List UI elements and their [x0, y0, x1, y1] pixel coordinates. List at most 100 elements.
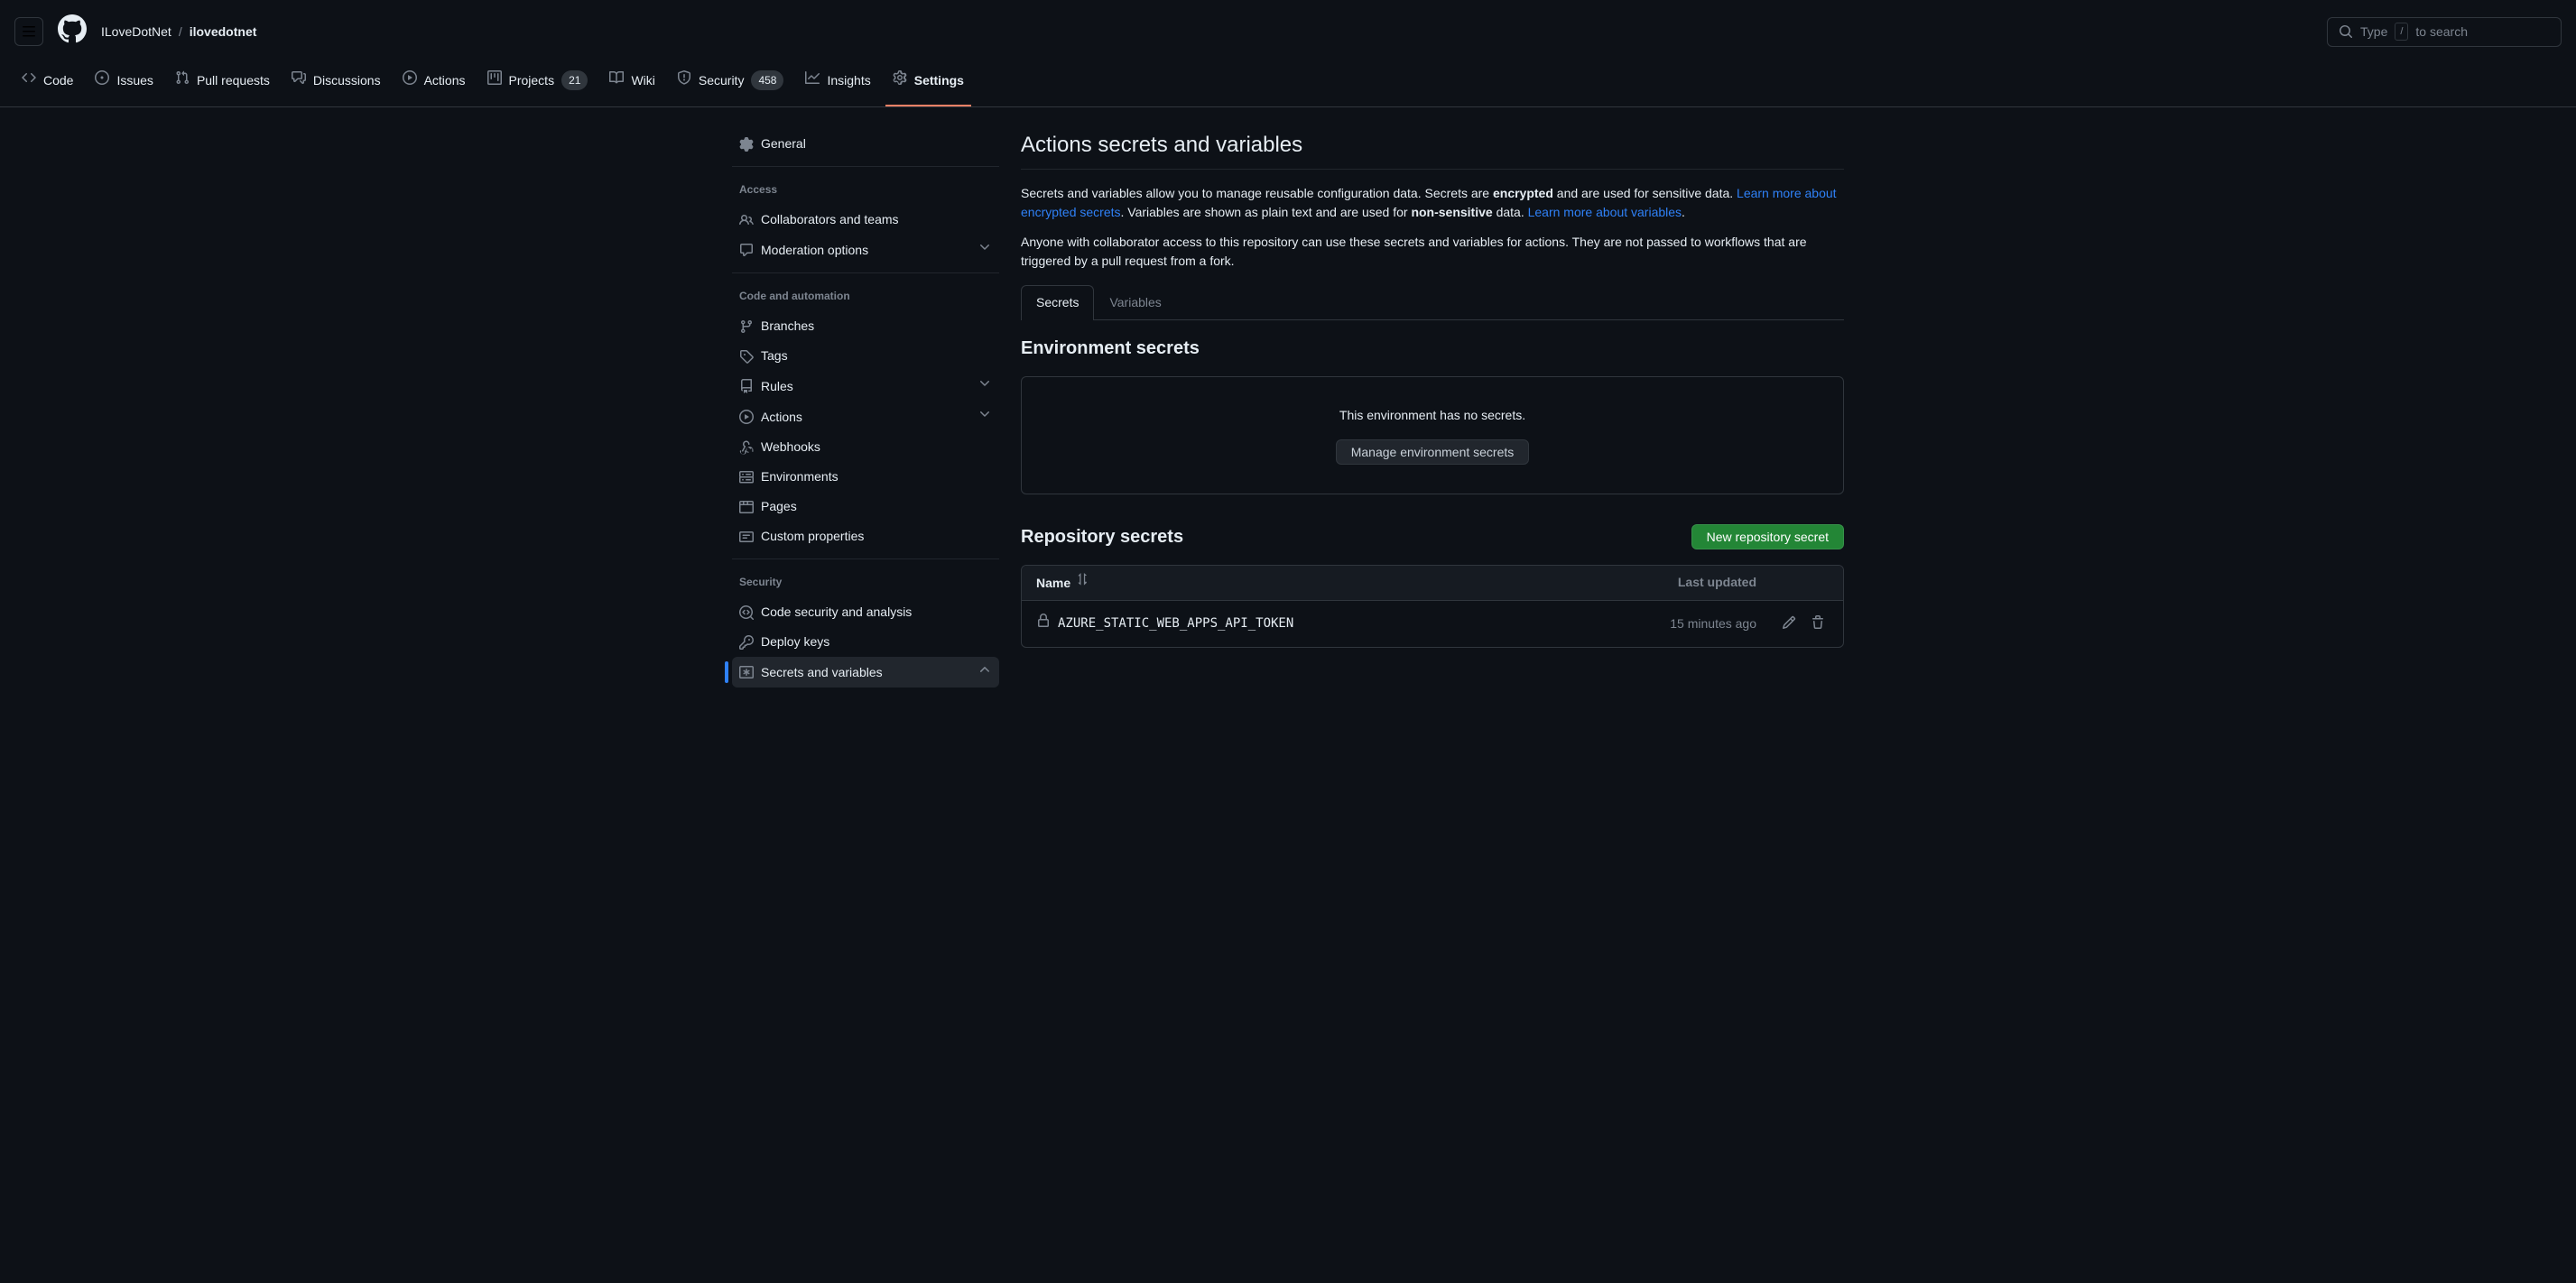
nav-tab-projects-label: Projects	[509, 71, 555, 90]
sidebar-item-label: Collaborators and teams	[761, 210, 899, 229]
sidebar-item-label: Environments	[761, 467, 839, 486]
sidebar-item-tags[interactable]: Tags	[732, 341, 999, 371]
breadcrumb-separator: /	[179, 23, 182, 42]
new-repository-secret-button[interactable]: New repository secret	[1691, 524, 1844, 549]
codescan-icon	[739, 605, 754, 620]
tab-variables[interactable]: Variables	[1094, 285, 1176, 319]
sidebar-item-general[interactable]: General	[732, 129, 999, 159]
sidebar-item-webhooks[interactable]: Webhooks	[732, 432, 999, 462]
people-icon	[739, 213, 754, 227]
sidebar-item-deploy-keys[interactable]: Deploy keys	[732, 627, 999, 657]
hamburger-menu-button[interactable]	[14, 17, 43, 46]
tag-icon	[739, 349, 754, 364]
sidebar-item-branches[interactable]: Branches	[732, 311, 999, 341]
column-header-updated: Last updated	[1576, 573, 1756, 593]
nav-tab-insights[interactable]: Insights	[798, 63, 877, 106]
tabs: Secrets Variables	[1021, 285, 1844, 320]
nav-tab-actions[interactable]: Actions	[395, 63, 473, 106]
sidebar-item-label: Tags	[761, 346, 788, 365]
nav-tab-security-label: Security	[699, 71, 745, 90]
graph-icon	[805, 70, 820, 90]
search-suffix-label: to search	[2415, 23, 2468, 42]
nav-tab-pull-requests[interactable]: Pull requests	[168, 63, 277, 106]
desc-text: and are used for sensitive data.	[1553, 186, 1737, 200]
nav-tab-settings-label: Settings	[914, 71, 964, 90]
sidebar-item-custom-properties[interactable]: Custom properties	[732, 522, 999, 551]
nav-tab-wiki-label: Wiki	[631, 71, 654, 90]
hamburger-icon	[22, 24, 36, 39]
pull-request-icon	[175, 70, 190, 90]
key-asterisk-icon	[739, 665, 754, 679]
projects-icon	[487, 70, 502, 90]
github-logo-icon[interactable]	[58, 14, 87, 49]
nav-tab-discussions-label: Discussions	[313, 71, 381, 90]
lock-icon	[1036, 614, 1051, 634]
gear-icon	[739, 137, 754, 152]
repo-icon	[739, 379, 754, 393]
nav-tab-projects[interactable]: Projects 21	[480, 63, 596, 106]
sidebar-item-label: Moderation options	[761, 241, 868, 260]
nav-tab-code[interactable]: Code	[14, 63, 80, 106]
sidebar-item-rules[interactable]: Rules	[732, 371, 999, 402]
delete-secret-button[interactable]	[1807, 612, 1829, 636]
code-icon	[22, 70, 36, 90]
nav-tab-security[interactable]: Security 458	[670, 63, 792, 106]
search-icon	[2339, 24, 2353, 39]
desc-text: Secrets and variables allow you to manag…	[1021, 186, 1493, 200]
sidebar-item-secrets-variables[interactable]: Secrets and variables	[732, 657, 999, 688]
key-icon	[739, 635, 754, 650]
nav-tab-issues[interactable]: Issues	[88, 63, 160, 106]
search-shortcut-key: /	[2395, 23, 2408, 42]
sidebar-section-access: Access	[732, 174, 999, 205]
manage-environment-secrets-button[interactable]: Manage environment secrets	[1336, 439, 1530, 465]
branch-icon	[739, 319, 754, 334]
sidebar-item-collaborators[interactable]: Collaborators and teams	[732, 205, 999, 235]
search-input[interactable]: Type / to search	[2327, 17, 2562, 47]
secret-name-value: AZURE_STATIC_WEB_APPS_API_TOKEN	[1058, 614, 1293, 633]
search-type-label: Type	[2360, 23, 2387, 42]
sidebar-item-label: Code security and analysis	[761, 603, 912, 622]
nav-tab-actions-label: Actions	[424, 71, 466, 90]
webhook-icon	[739, 440, 754, 455]
sidebar-item-label: Secrets and variables	[761, 663, 883, 682]
nav-tab-issues-label: Issues	[116, 71, 153, 90]
env-empty-text: This environment has no secrets.	[1051, 406, 1814, 425]
issue-icon	[95, 70, 109, 90]
chevron-up-icon	[978, 662, 992, 682]
environment-secrets-heading: Environment secrets	[1021, 335, 1844, 362]
chevron-down-icon	[978, 407, 992, 427]
pencil-icon	[1782, 615, 1796, 630]
edit-secret-button[interactable]	[1778, 612, 1800, 636]
gear-icon	[893, 70, 907, 90]
browser-icon	[739, 500, 754, 514]
sidebar-item-label: Rules	[761, 377, 793, 396]
link-variables[interactable]: Learn more about variables	[1528, 205, 1682, 219]
chevron-down-icon	[978, 376, 992, 396]
nav-tab-wiki[interactable]: Wiki	[602, 63, 662, 106]
breadcrumb: ILoveDotNet / ilovedotnet	[101, 23, 256, 42]
discussions-icon	[292, 70, 306, 90]
desc-encrypted-word: encrypted	[1493, 186, 1553, 200]
sidebar-item-pages[interactable]: Pages	[732, 492, 999, 522]
play-icon	[403, 70, 417, 90]
comment-icon	[739, 243, 754, 257]
play-icon	[739, 410, 754, 424]
sidebar-item-label: Branches	[761, 317, 814, 336]
page-title: Actions secrets and variables	[1021, 129, 1844, 170]
breadcrumb-owner-link[interactable]: ILoveDotNet	[101, 23, 171, 42]
sidebar-item-code-security[interactable]: Code security and analysis	[732, 597, 999, 627]
server-icon	[739, 470, 754, 485]
sidebar-item-moderation[interactable]: Moderation options	[732, 235, 999, 265]
sidebar-section-security: Security	[732, 567, 999, 597]
chevron-down-icon	[978, 240, 992, 260]
column-header-name[interactable]: Name	[1036, 573, 1576, 593]
sidebar-item-environments[interactable]: Environments	[732, 462, 999, 492]
nav-tab-discussions[interactable]: Discussions	[284, 63, 388, 106]
desc-nonsensitive-word: non-sensitive	[1411, 205, 1492, 219]
tab-secrets[interactable]: Secrets	[1021, 285, 1094, 320]
sidebar-item-actions[interactable]: Actions	[732, 402, 999, 432]
repository-secrets-heading: Repository secrets	[1021, 523, 1183, 550]
nav-tab-settings[interactable]: Settings	[885, 63, 971, 106]
breadcrumb-repo-link[interactable]: ilovedotnet	[190, 23, 257, 42]
desc-text: data.	[1493, 205, 1528, 219]
